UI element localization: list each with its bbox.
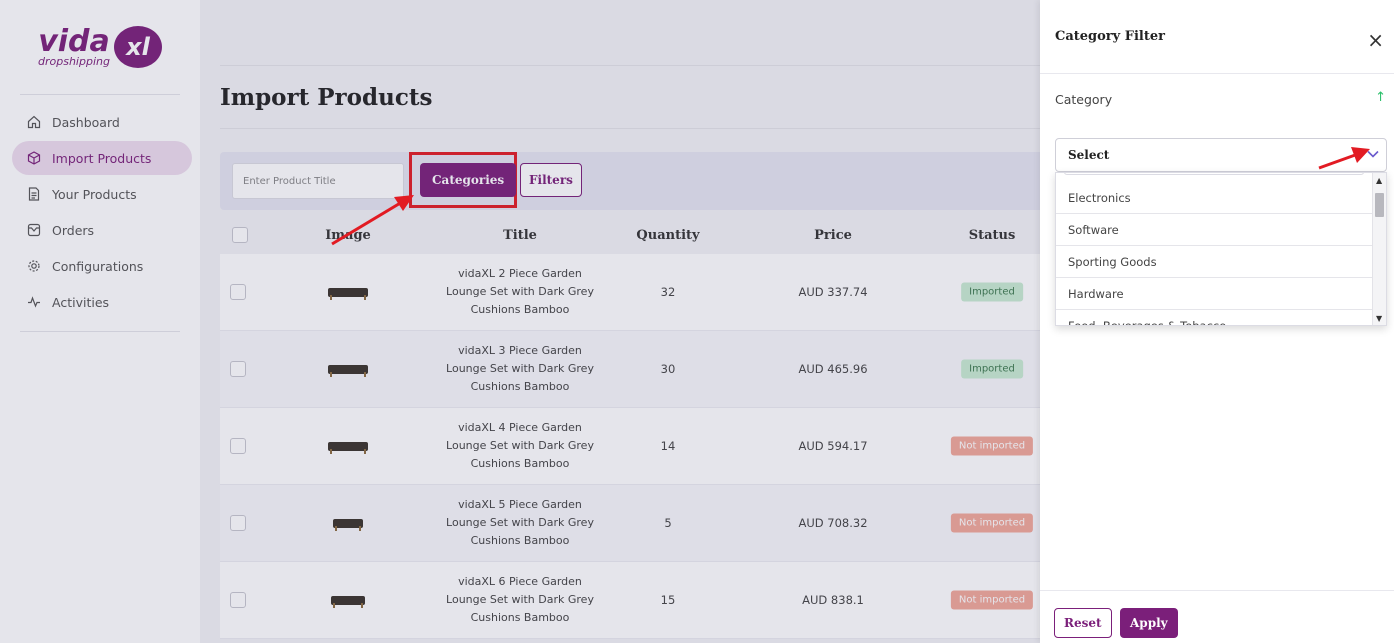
scrollbar-thumb[interactable] — [1375, 193, 1384, 217]
category-options: Electronics Software Sporting Goods Hard… — [1056, 182, 1374, 325]
category-select[interactable]: Select — [1055, 138, 1387, 172]
modal-backdrop[interactable] — [0, 0, 1040, 643]
dropdown-scrollbar[interactable]: ▲ ▼ — [1372, 173, 1386, 325]
collapse-arrow-icon[interactable]: ↑ — [1375, 90, 1386, 105]
drawer-footer: Reset Apply — [1040, 590, 1394, 643]
dropdown-search[interactable] — [1064, 173, 1364, 175]
apply-button[interactable]: Apply — [1120, 608, 1178, 638]
chevron-down-icon[interactable] — [1366, 147, 1380, 161]
close-icon[interactable]: × — [1367, 30, 1384, 50]
option-hardware[interactable]: Hardware — [1056, 278, 1374, 310]
category-dropdown: Electronics Software Sporting Goods Hard… — [1055, 172, 1387, 326]
category-label: Category — [1055, 92, 1113, 107]
select-value: Select — [1068, 148, 1110, 162]
drawer-title: Category Filter — [1055, 29, 1165, 44]
drawer-header: Category Filter — [1040, 0, 1394, 74]
scroll-down-icon[interactable]: ▼ — [1376, 314, 1382, 323]
reset-button[interactable]: Reset — [1054, 608, 1112, 638]
scroll-up-icon[interactable]: ▲ — [1376, 176, 1382, 185]
option-software[interactable]: Software — [1056, 214, 1374, 246]
option-food-beverages-tobacco[interactable]: Food, Beverages & Tobacco — [1056, 310, 1374, 325]
option-electronics[interactable]: Electronics — [1056, 182, 1374, 214]
option-sporting-goods[interactable]: Sporting Goods — [1056, 246, 1374, 278]
category-filter-drawer: Category Filter × Category ↑ Select Elec… — [1040, 0, 1394, 643]
